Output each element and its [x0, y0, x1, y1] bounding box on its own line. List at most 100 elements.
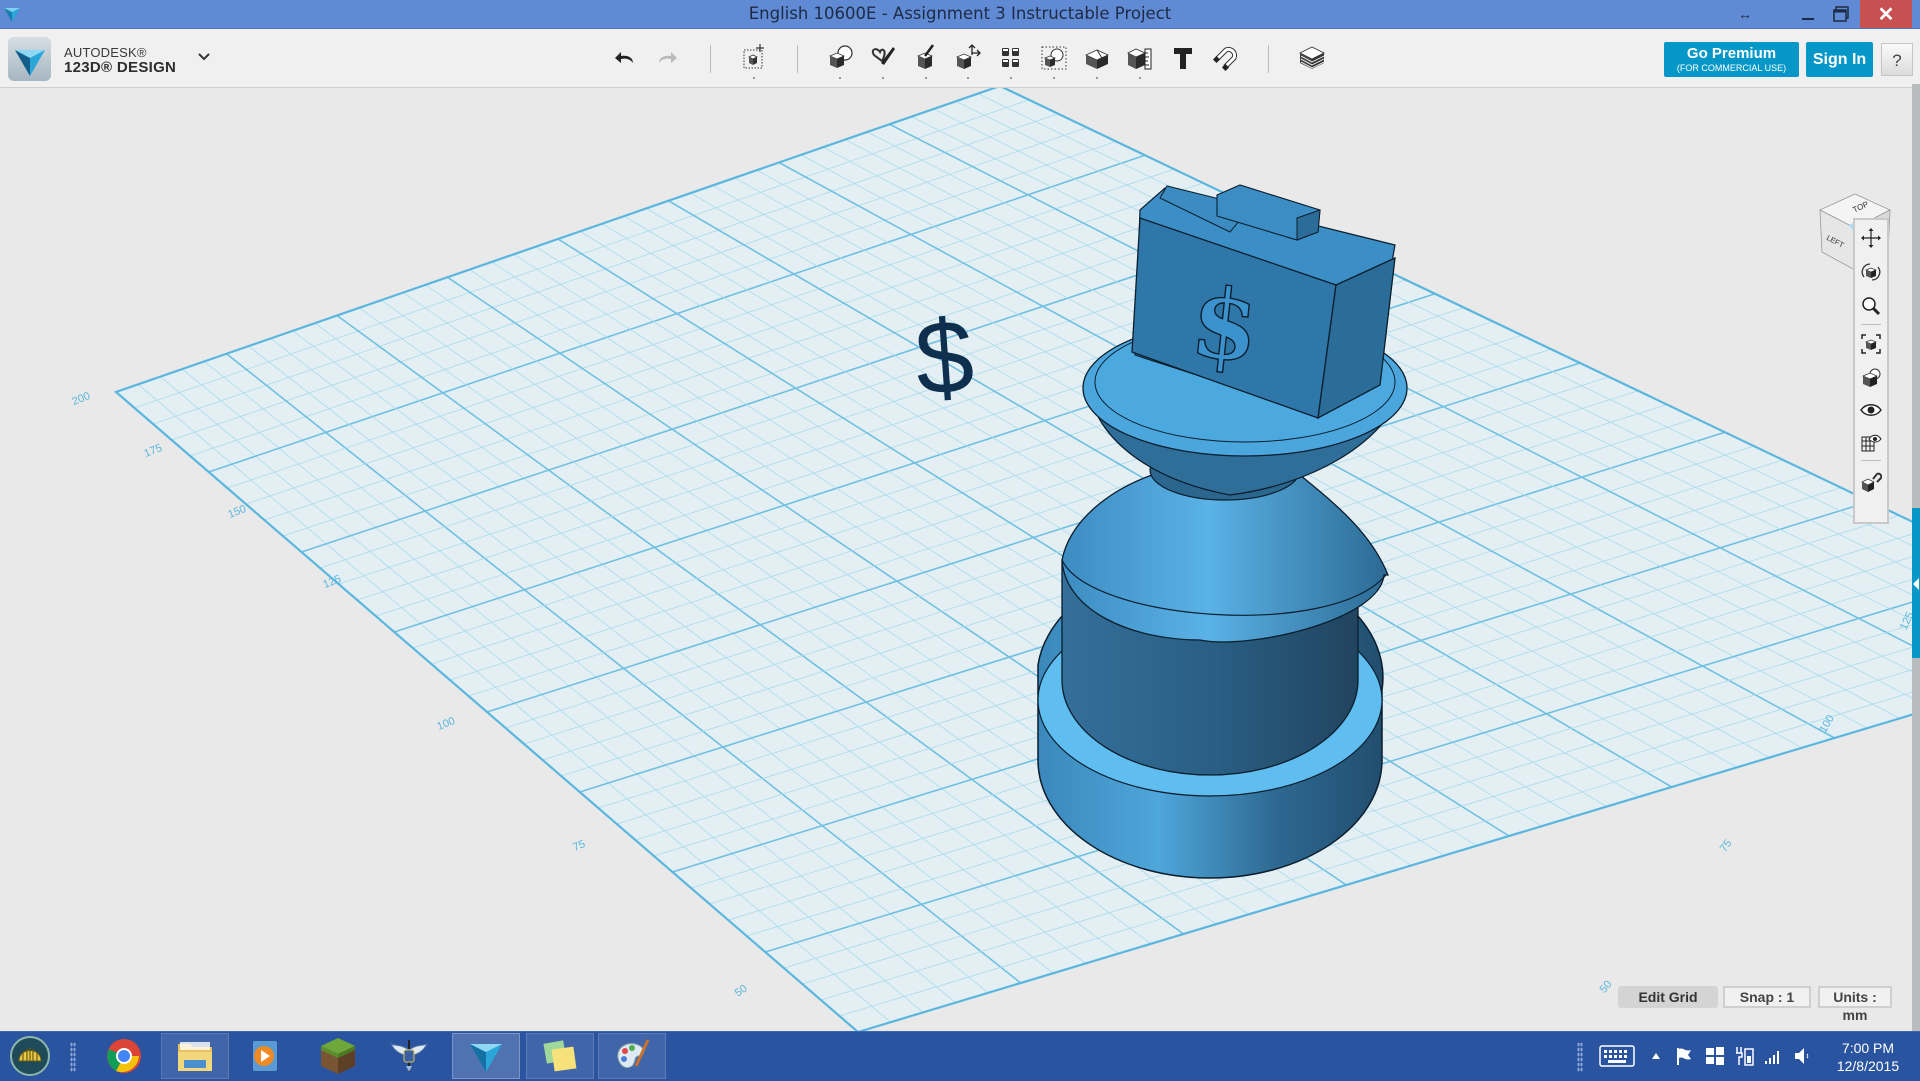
material-icon: [1299, 46, 1325, 69]
views-icon: [1862, 368, 1881, 387]
taskbar-app-file-explorer[interactable]: [161, 1033, 229, 1079]
go-premium-button[interactable]: Go Premium (FOR COMMERCIAL USE): [1664, 42, 1799, 77]
primitives-button[interactable]: [824, 43, 856, 79]
clock-time: 7:00 PM: [1841, 1040, 1895, 1056]
tray-grip[interactable]: [1577, 1042, 1583, 1072]
touch-keyboard-button[interactable]: [1598, 1044, 1636, 1068]
snap-tool-button[interactable]: [1859, 470, 1883, 494]
taskbar-app-media-player[interactable]: [231, 1033, 299, 1079]
flag-icon: [1677, 1048, 1691, 1065]
taskbar-grip[interactable]: [70, 1042, 76, 1072]
transform-button[interactable]: [738, 43, 770, 79]
sketch-button[interactable]: [867, 43, 899, 79]
minimize-button[interactable]: [1793, 0, 1823, 28]
group-button[interactable]: [1038, 43, 1070, 79]
sticky-notes-icon: [543, 1040, 577, 1072]
toolbar-divider: [797, 45, 798, 73]
battery-status[interactable]: [1734, 1044, 1756, 1068]
briefcase-dollar-emblem: $: [1186, 265, 1264, 384]
material-button[interactable]: [1296, 43, 1328, 73]
undo-icon: [615, 52, 633, 63]
resize-icon[interactable]: ↔: [1732, 0, 1758, 28]
action-center-button[interactable]: [1674, 1044, 1696, 1068]
group-icon: [1041, 46, 1067, 70]
battery-plugged-icon: [1736, 1047, 1754, 1066]
caret-up-icon: [1652, 1053, 1660, 1059]
combine-icon: [1085, 49, 1109, 69]
3d-viewport[interactable]: $ $ 200 175 150 125 100 75 50 125 100 75…: [0, 88, 1912, 1031]
views-button[interactable]: [1859, 366, 1883, 390]
snap-dropdown[interactable]: Snap : 1: [1723, 986, 1811, 1008]
zoom-button[interactable]: [1859, 294, 1883, 318]
show-hidden-icons-button[interactable]: [1648, 1044, 1664, 1068]
app-menu-logo[interactable]: [8, 37, 51, 81]
edit-grid-button[interactable]: Edit Grid: [1618, 986, 1718, 1008]
start-button[interactable]: [0, 1033, 60, 1079]
orbit-icon: [1861, 263, 1881, 281]
taskbar-app-paint[interactable]: [598, 1033, 666, 1079]
clock-date: 12/8/2015: [1836, 1058, 1900, 1074]
go-premium-sublabel: (FOR COMMERCIAL USE): [1676, 63, 1787, 73]
sketch-icon: [871, 47, 895, 65]
toolbar-divider: [1268, 45, 1269, 73]
help-button[interactable]: ?: [1881, 43, 1913, 76]
taskbar-app-sticky-notes[interactable]: [526, 1033, 594, 1079]
volume-control[interactable]: [1792, 1044, 1814, 1068]
redo-button[interactable]: [651, 43, 683, 73]
grid-eye-icon: [1861, 434, 1882, 452]
measure-button[interactable]: [1124, 43, 1156, 79]
toolbar-divider: [710, 45, 711, 73]
zoom-magnifier-icon: [1862, 297, 1881, 316]
snap-magnet-icon: [1212, 46, 1238, 72]
main-toolbar: AUTODESK® 123D® DESIGN Go Premium (FOR C…: [0, 29, 1920, 88]
signal-bars-icon: [1765, 1051, 1779, 1064]
combine-button[interactable]: [1081, 43, 1113, 79]
taskbar-app-123d-design[interactable]: [452, 1033, 520, 1079]
transform-icon: [743, 44, 764, 69]
windows-button[interactable]: [1704, 1044, 1726, 1068]
floating-dollar-text[interactable]: $: [912, 298, 978, 418]
chrome-icon: [107, 1039, 141, 1073]
measure-icon: [1127, 48, 1152, 70]
modify-icon: [955, 44, 981, 69]
sign-in-button[interactable]: Sign In: [1806, 42, 1873, 77]
taskbar-app-chrome[interactable]: [90, 1033, 158, 1079]
123d-logo-icon: [15, 50, 45, 76]
materials-outlines-button[interactable]: [1859, 430, 1883, 454]
pan-icon: [1861, 228, 1881, 248]
visibility-button[interactable]: [1859, 398, 1883, 422]
pan-button[interactable]: [1859, 226, 1883, 250]
pattern-button[interactable]: [995, 43, 1027, 79]
folder-icon: [178, 1042, 212, 1071]
keyboard-icon: [1599, 1045, 1635, 1067]
system-clock[interactable]: 7:00 PM 12/8/2015: [1826, 1039, 1910, 1075]
units-dropdown[interactable]: Units : mm: [1818, 986, 1892, 1023]
minecraft-grass-block-icon: [321, 1038, 355, 1074]
eye-icon: [1860, 404, 1882, 416]
window-title: English 10600E - Assignment 3 Instructab…: [748, 4, 1172, 23]
snap-magnet-button[interactable]: [1210, 43, 1242, 73]
work-plane-grid: $ $: [113, 88, 1912, 1031]
minimize-icon: [1802, 18, 1814, 20]
app-menu-chevron-down-icon[interactable]: [196, 49, 212, 65]
undo-button[interactable]: [609, 43, 641, 73]
fit-button[interactable]: [1859, 332, 1883, 356]
title-bar: English 10600E - Assignment 3 Instructab…: [0, 0, 1920, 29]
taskbar-app-game-emblem[interactable]: [375, 1033, 443, 1079]
speaker-icon: [1795, 1048, 1809, 1064]
orbit-button[interactable]: [1859, 260, 1883, 284]
modify-button[interactable]: [952, 43, 984, 79]
redo-icon: [659, 52, 677, 63]
construct-button[interactable]: [910, 43, 942, 79]
taskbar-app-minecraft[interactable]: [304, 1033, 372, 1079]
close-button[interactable]: ✕: [1860, 0, 1912, 28]
text-button[interactable]: [1167, 43, 1199, 73]
text-icon: [1174, 48, 1192, 69]
navigation-panel: [1853, 218, 1889, 524]
brand-product: 123D® DESIGN: [64, 59, 177, 76]
panel-expand-arrow-icon: [1913, 578, 1919, 590]
brand-autodesk: AUTODESK®: [64, 45, 147, 60]
maximize-button[interactable]: [1826, 0, 1856, 28]
123d-design-icon: [470, 1044, 502, 1072]
network-status[interactable]: [1762, 1044, 1784, 1068]
